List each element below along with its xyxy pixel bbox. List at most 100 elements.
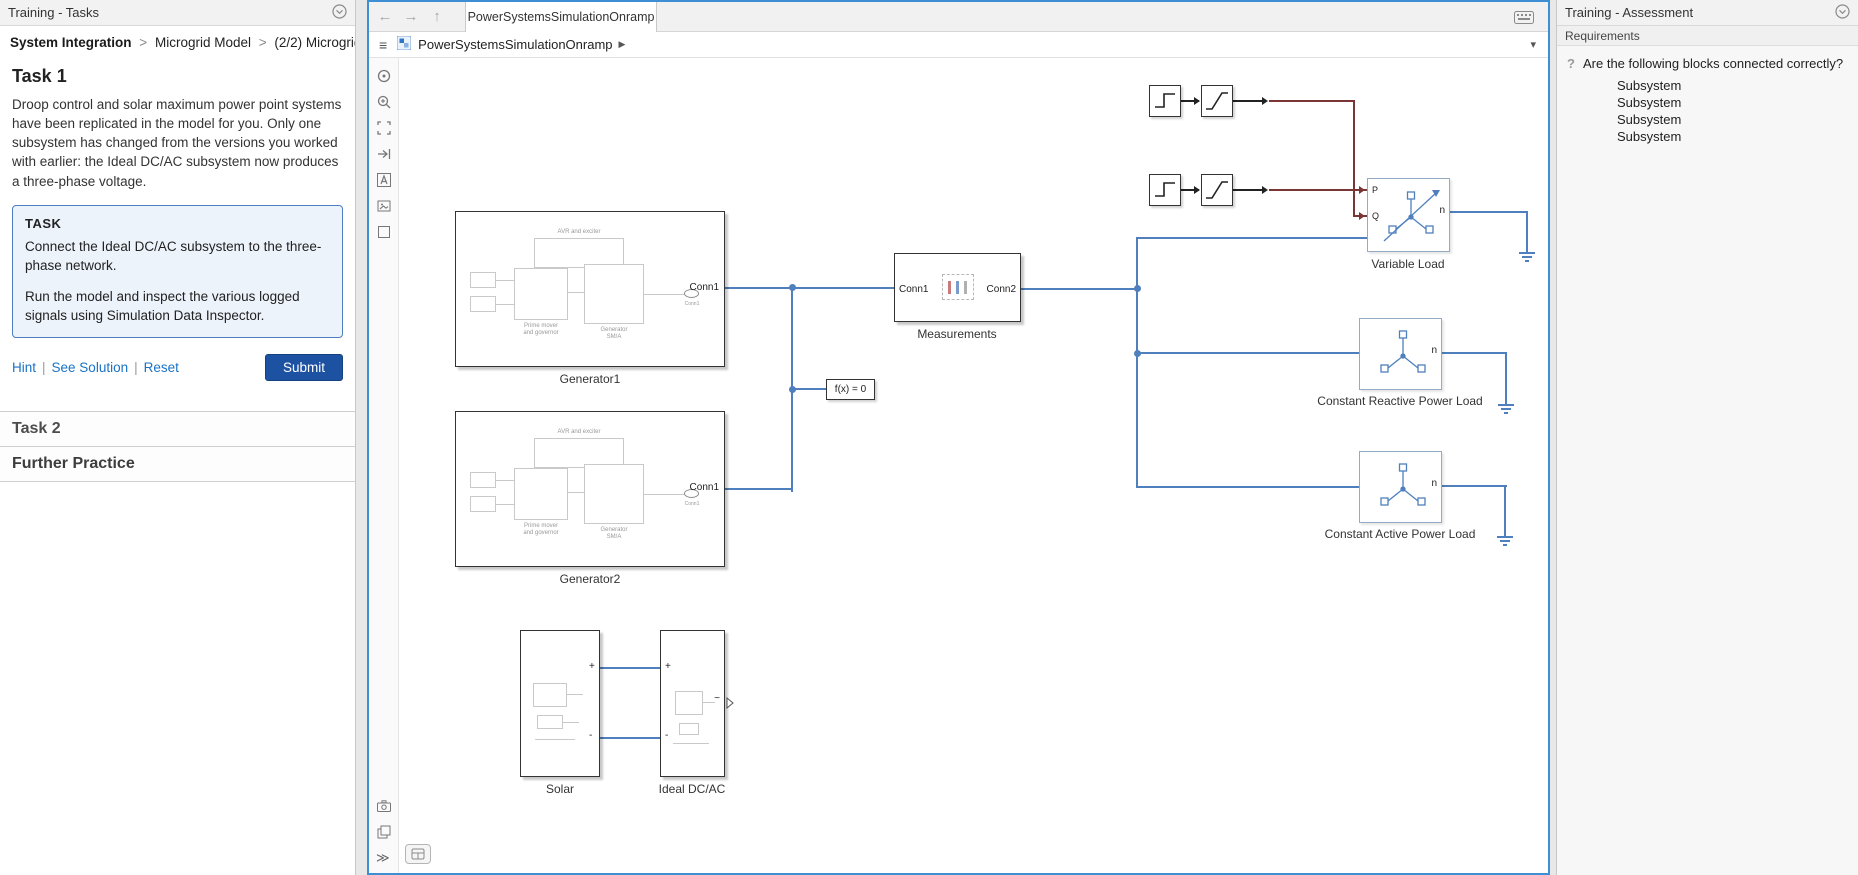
library-icon[interactable] <box>376 824 392 840</box>
saturation-icon <box>1202 86 1232 116</box>
connection-wire[interactable] <box>1442 485 1507 487</box>
model-breadcrumb-bar: ≡ PowerSystemsSimulationOnramp ▶ ▾ <box>369 32 1548 58</box>
wire-junction <box>1134 350 1141 357</box>
task1-heading: Task 1 <box>12 66 343 87</box>
step-forward-icon[interactable] <box>376 146 392 162</box>
task2-section-header[interactable]: Task 2 <box>0 411 355 446</box>
block-label: Ideal DC/AC <box>592 782 792 796</box>
breadcrumb: System Integration > Microgrid Model > (… <box>0 26 355 56</box>
connection-wire[interactable] <box>1137 352 1359 354</box>
area-select-icon[interactable] <box>376 224 392 240</box>
step-icon <box>1150 86 1180 116</box>
measurements-block[interactable]: Conn1 Conn2 <box>894 253 1021 322</box>
reset-link[interactable]: Reset <box>144 360 179 375</box>
step-icon <box>1150 175 1180 205</box>
breadcrumb-page[interactable]: (2/2) Microgrid M <box>274 35 355 50</box>
connection-wire[interactable] <box>1442 352 1507 354</box>
electrical-ground-icon[interactable] <box>1518 245 1536 268</box>
breadcrumb-section[interactable]: System Integration <box>10 35 132 50</box>
hamburger-icon[interactable]: ≡ <box>379 37 387 53</box>
governor-label: Prime mover <box>492 523 590 530</box>
connection-wire[interactable] <box>1021 288 1137 290</box>
wire-junction <box>789 284 796 291</box>
conn1-port-label: Conn1 <box>899 284 928 295</box>
submit-button[interactable]: Submit <box>265 354 343 381</box>
panel-options-icon[interactable] <box>332 4 347 22</box>
hint-link[interactable]: Hint <box>12 360 36 375</box>
generator2-block[interactable]: AVR and exciter Prime mover and governor… <box>455 411 725 567</box>
up-icon[interactable]: ↑ <box>427 7 447 27</box>
model-breadcrumb-name[interactable]: PowerSystemsSimulationOnramp <box>418 37 612 52</box>
task-actions: Hint | See Solution | Reset Submit <box>12 354 343 381</box>
breadcrumb-caret-icon[interactable]: ▾ <box>1530 38 1536 51</box>
minus-port-label: - <box>589 730 592 741</box>
assessment-question-row: ? Are the following blocks connected cor… <box>1567 56 1848 73</box>
breadcrumb-separator: > <box>255 35 271 50</box>
signal-wire[interactable] <box>1233 189 1263 191</box>
connection-wire[interactable] <box>600 667 660 669</box>
ideal-dcac-block[interactable]: + - ~ <box>660 630 725 777</box>
signal-wire-red[interactable] <box>1269 100 1355 102</box>
block-label: Generator2 <box>490 572 690 586</box>
canvas-corner-button[interactable] <box>405 844 431 864</box>
zoom-icon[interactable] <box>376 94 392 110</box>
further-practice-section-header[interactable]: Further Practice <box>0 446 355 482</box>
generator1-block[interactable]: AVR and exciter Prime mover and governor… <box>455 211 725 367</box>
connection-wire[interactable] <box>1137 237 1367 239</box>
see-solution-link[interactable]: See Solution <box>52 360 129 375</box>
image-icon[interactable] <box>376 198 392 214</box>
requirement-item: Subsystem <box>1617 111 1858 128</box>
connection-wire[interactable] <box>1505 352 1507 399</box>
machine-label: SM/A <box>584 334 644 341</box>
assessment-panel: Training - Assessment Requirements ? Are… <box>1556 0 1858 875</box>
back-icon[interactable]: ← <box>375 7 395 27</box>
connection-wire[interactable] <box>1137 486 1359 488</box>
solar-block[interactable]: + - <box>520 630 600 777</box>
connection-wire[interactable] <box>1504 485 1506 531</box>
block-label: Constant Active Power Load <box>1300 527 1500 541</box>
avr-label: AVR and exciter <box>534 429 624 436</box>
keyboard-shortcuts-icon[interactable] <box>1514 11 1534 29</box>
block-label: Variable Load <box>1308 257 1508 271</box>
constant-active-load-block[interactable]: n <box>1359 451 1442 523</box>
camera-icon[interactable] <box>376 798 392 814</box>
constant-reactive-load-block[interactable]: n <box>1359 318 1442 390</box>
requirements-section-header: Requirements <box>1557 26 1858 46</box>
editor-tool-strip: ≫ <box>369 58 399 873</box>
connection-wire[interactable] <box>1526 211 1528 247</box>
saturation-block[interactable] <box>1201 174 1233 206</box>
ellipse-port-label: Conn1 <box>677 301 707 307</box>
block-label: Measurements <box>857 327 1057 341</box>
pan-icon[interactable] <box>376 68 392 84</box>
breadcrumb-model[interactable]: Microgrid Model <box>155 35 251 50</box>
conn2-port-label: Conn2 <box>987 284 1016 295</box>
connection-wire[interactable] <box>1450 211 1528 213</box>
block-label: Generator1 <box>490 372 690 386</box>
expand-strip-icon[interactable]: ≫ <box>376 850 390 866</box>
signal-wire-red[interactable] <box>1353 100 1355 217</box>
connection-wire[interactable] <box>725 488 792 490</box>
variable-load-block[interactable]: P Q n <box>1367 178 1450 252</box>
model-tab[interactable]: PowerSystemsSimulationOnramp <box>465 2 657 32</box>
fit-to-view-icon[interactable] <box>376 120 392 136</box>
task-box-label: TASK <box>25 216 330 231</box>
solver-configuration-block[interactable]: f(x) = 0 <box>826 379 875 400</box>
requirement-item: Subsystem <box>1617 94 1858 111</box>
annotation-icon[interactable] <box>376 172 392 188</box>
unconnected-port-icon[interactable] <box>726 696 734 714</box>
simulink-editor: ← → ↑ PowerSystemsSimulationOnramp ≡ Pow… <box>367 0 1550 875</box>
connection-wire[interactable] <box>1136 237 1138 488</box>
model-tab-label: PowerSystemsSimulationOnramp <box>468 10 655 24</box>
step-source-block[interactable] <box>1149 174 1181 206</box>
connection-wire[interactable] <box>792 388 826 390</box>
breadcrumb-arrow-icon[interactable]: ▶ <box>619 39 626 50</box>
requirement-item: Subsystem <box>1617 77 1858 94</box>
connection-wire[interactable] <box>600 737 660 739</box>
saturation-block[interactable] <box>1201 85 1233 117</box>
forward-icon[interactable]: → <box>401 7 421 27</box>
signal-wire[interactable] <box>1233 100 1263 102</box>
panel-options-icon[interactable] <box>1835 4 1850 22</box>
connection-wire[interactable] <box>725 287 894 289</box>
step-source-block[interactable] <box>1149 85 1181 117</box>
ellipse-port-label: Conn1 <box>677 501 707 507</box>
